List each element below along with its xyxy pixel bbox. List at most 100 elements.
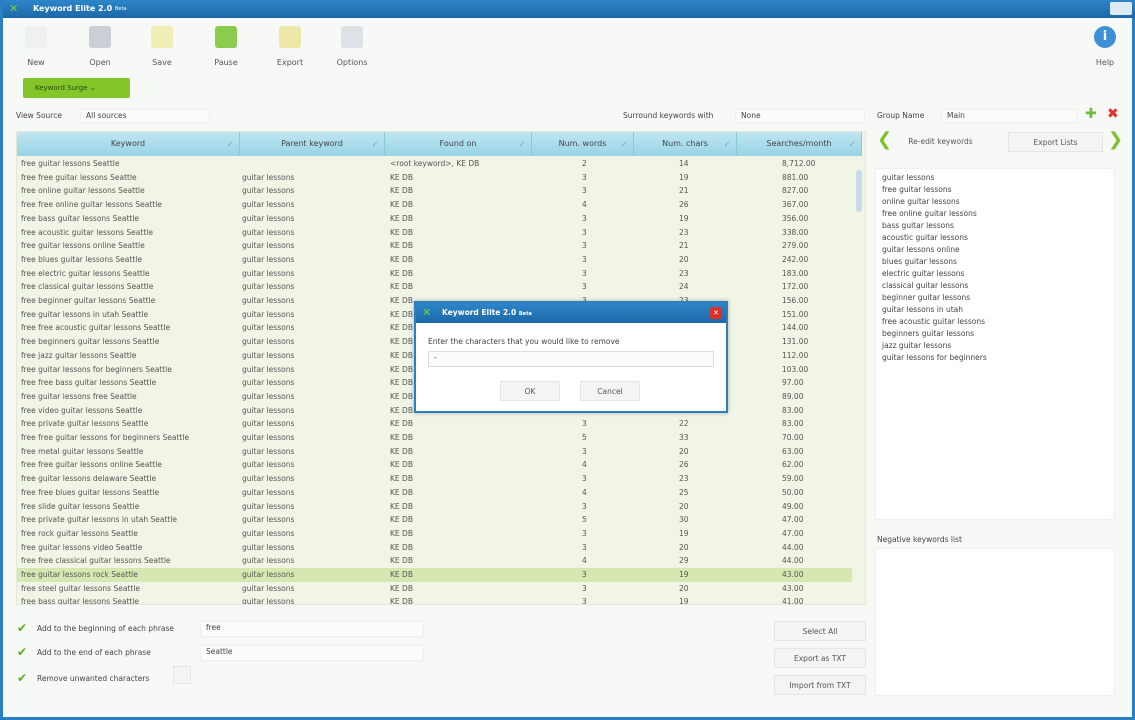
prev-arrow-icon[interactable]: ❮ xyxy=(877,129,892,150)
table-row[interactable]: free rock guitar lessons Seattle guitar l… xyxy=(17,527,852,541)
view-source-select[interactable]: All sources xyxy=(80,109,210,123)
group-keyword-item[interactable]: beginners guitar lessons xyxy=(882,328,1108,340)
next-arrow-icon[interactable]: ❯ xyxy=(1108,129,1123,150)
table-cell: 14 xyxy=(679,159,689,168)
table-row[interactable]: free acoustic guitar lessons Seattle guit… xyxy=(17,226,852,240)
column-header[interactable]: Found on xyxy=(385,132,532,157)
column-header[interactable]: Num. words xyxy=(532,132,634,157)
table-row[interactable]: free private guitar lessons in utah Seat… xyxy=(17,513,852,527)
toolbar-open-button[interactable]: Open xyxy=(75,26,125,67)
scrollbar-thumb[interactable] xyxy=(856,170,862,212)
help-button[interactable]: i Help xyxy=(1080,26,1130,67)
delete-group-icon[interactable]: ✖ xyxy=(1107,106,1119,122)
table-cell: KE DB xyxy=(390,419,413,429)
table-cell: guitar lessons xyxy=(242,515,295,525)
group-keyword-item[interactable]: online guitar lessons xyxy=(882,196,1108,208)
table-scrollbar[interactable] xyxy=(854,162,864,602)
table-cell: 3 xyxy=(582,542,587,552)
column-header[interactable]: Keyword xyxy=(17,132,240,157)
group-keyword-item[interactable]: guitar lessons xyxy=(882,172,1108,184)
table-row[interactable]: free classical guitar lessons Seattle gui… xyxy=(17,280,852,294)
toolbar-options-button[interactable]: Options xyxy=(327,26,377,67)
table-cell: KE DB xyxy=(390,487,413,497)
remove-chars-checkbox[interactable]: ✔ xyxy=(17,671,27,685)
suffix-input[interactable]: Seattle xyxy=(200,645,424,661)
table-row[interactable]: free free online guitar lessons Seattle g… xyxy=(17,198,852,212)
table-cell: 30 xyxy=(679,515,689,525)
select-all-button[interactable]: Select All xyxy=(774,621,866,641)
table-row[interactable]: free free guitar lessons Seattle guitar l… xyxy=(17,171,852,185)
table-cell: free guitar lessons rock Seattle xyxy=(21,570,138,579)
toolbar-pause-button[interactable]: Pause xyxy=(201,26,251,67)
group-keyword-item[interactable]: guitar lessons online xyxy=(882,244,1108,256)
group-keyword-item[interactable]: jazz guitar lessons xyxy=(882,340,1108,352)
group-keyword-item[interactable]: bass guitar lessons xyxy=(882,220,1108,232)
table-cell: 19 xyxy=(679,597,689,605)
group-keyword-item[interactable]: acoustic guitar lessons xyxy=(882,232,1108,244)
group-keyword-item[interactable]: classical guitar lessons xyxy=(882,280,1108,292)
table-row[interactable]: free bass guitar lessons Seattle guitar l… xyxy=(17,595,852,605)
table-row[interactable]: free bass guitar lessons Seattle guitar l… xyxy=(17,212,852,226)
group-keyword-item[interactable]: electric guitar lessons xyxy=(882,268,1108,280)
table-cell: guitar lessons xyxy=(242,460,295,470)
dialog-input[interactable]: - xyxy=(428,351,714,367)
table-row[interactable]: free free guitar lessons online Seattle g… xyxy=(17,458,852,472)
add-group-icon[interactable]: ✚ xyxy=(1085,106,1097,122)
keyword-surge-button[interactable]: Keyword Surge ⌄ xyxy=(23,78,130,98)
window-controls[interactable] xyxy=(1110,2,1132,15)
toolbar-label: New xyxy=(27,58,45,67)
table-row[interactable]: free guitar lessons video Seattle guitar … xyxy=(17,541,852,555)
group-keyword-item[interactable]: guitar lessons for beginners xyxy=(882,352,1108,364)
group-name-select[interactable]: Main xyxy=(941,109,1077,123)
table-row[interactable]: free electric guitar lessons Seattle guit… xyxy=(17,267,852,281)
table-cell: free slide guitar lessons Seattle xyxy=(21,501,140,511)
help-icon: i xyxy=(1094,26,1116,48)
table-row[interactable]: free blues guitar lessons Seattle guitar … xyxy=(17,253,852,267)
group-keyword-item[interactable]: guitar lessons in utah xyxy=(882,304,1108,316)
table-row[interactable]: free free guitar lessons for beginners S… xyxy=(17,431,852,445)
column-header[interactable]: Searches/month xyxy=(737,132,862,157)
table-row[interactable]: free free blues guitar lessons Seattle gu… xyxy=(17,486,852,500)
column-header[interactable]: Num. chars xyxy=(634,132,737,157)
table-row[interactable]: free free classical guitar lessons Seatt… xyxy=(17,554,852,568)
import-txt-button[interactable]: Import from TXT xyxy=(774,675,866,695)
column-header[interactable]: Parent keyword xyxy=(240,132,385,157)
table-row[interactable]: free guitar lessons online Seattle guitar… xyxy=(17,239,852,253)
toolbar-export-button[interactable]: Export xyxy=(265,26,315,67)
export-txt-button[interactable]: Export as TXT xyxy=(774,648,866,668)
dialog-close-button[interactable]: ✕ xyxy=(710,307,722,319)
table-row[interactable]: free slide guitar lessons Seattle guitar … xyxy=(17,500,852,514)
table-cell: KE DB xyxy=(390,405,413,415)
suffix-checkbox[interactable]: ✔ xyxy=(17,645,27,659)
surround-select[interactable]: None xyxy=(735,109,865,123)
dialog-ok-button[interactable]: OK xyxy=(500,381,560,401)
remove-chars-settings-button[interactable] xyxy=(173,666,191,684)
table-row[interactable]: free online guitar lessons Seattle guitar… xyxy=(17,184,852,198)
group-keyword-item[interactable]: free guitar lessons xyxy=(882,184,1108,196)
export-icon xyxy=(279,26,301,48)
table-row[interactable]: free guitar lessons rock Seattle guitar l… xyxy=(17,568,852,582)
group-keyword-item[interactable]: free online guitar lessons xyxy=(882,208,1108,220)
table-cell: 338.00 xyxy=(782,227,809,237)
group-keyword-item[interactable]: blues guitar lessons xyxy=(882,256,1108,268)
reedit-keywords-button[interactable]: Re-edit keywords xyxy=(893,132,988,152)
toolbar-label: Open xyxy=(89,58,111,67)
table-cell: 3 xyxy=(582,227,587,237)
table-row[interactable]: free guitar lessons Seattle <root keyword… xyxy=(17,157,852,171)
prefix-input[interactable]: free xyxy=(200,621,424,637)
prefix-checkbox[interactable]: ✔ xyxy=(17,621,27,635)
toolbar-new-button[interactable]: New xyxy=(11,26,61,67)
table-cell: KE DB xyxy=(390,350,413,360)
group-keyword-item[interactable]: beginner guitar lessons xyxy=(882,292,1108,304)
toolbar-save-button[interactable]: Save xyxy=(137,26,187,67)
group-keyword-item[interactable]: free acoustic guitar lessons xyxy=(882,316,1108,328)
table-row[interactable]: free metal guitar lessons Seattle guitar … xyxy=(17,445,852,459)
table-row[interactable]: free private guitar lessons Seattle guita… xyxy=(17,417,852,431)
table-row[interactable]: free guitar lessons delaware Seattle guit… xyxy=(17,472,852,486)
table-row[interactable]: free steel guitar lessons Seattle guitar … xyxy=(17,582,852,596)
table-cell: 156.00 xyxy=(782,296,809,305)
negative-keywords-input[interactable] xyxy=(875,548,1115,696)
export-lists-button[interactable]: Export Lists xyxy=(1008,132,1103,152)
dialog-cancel-button[interactable]: Cancel xyxy=(580,381,640,401)
group-keywords-list[interactable]: guitar lessons free guitar lessons online … xyxy=(875,168,1115,520)
